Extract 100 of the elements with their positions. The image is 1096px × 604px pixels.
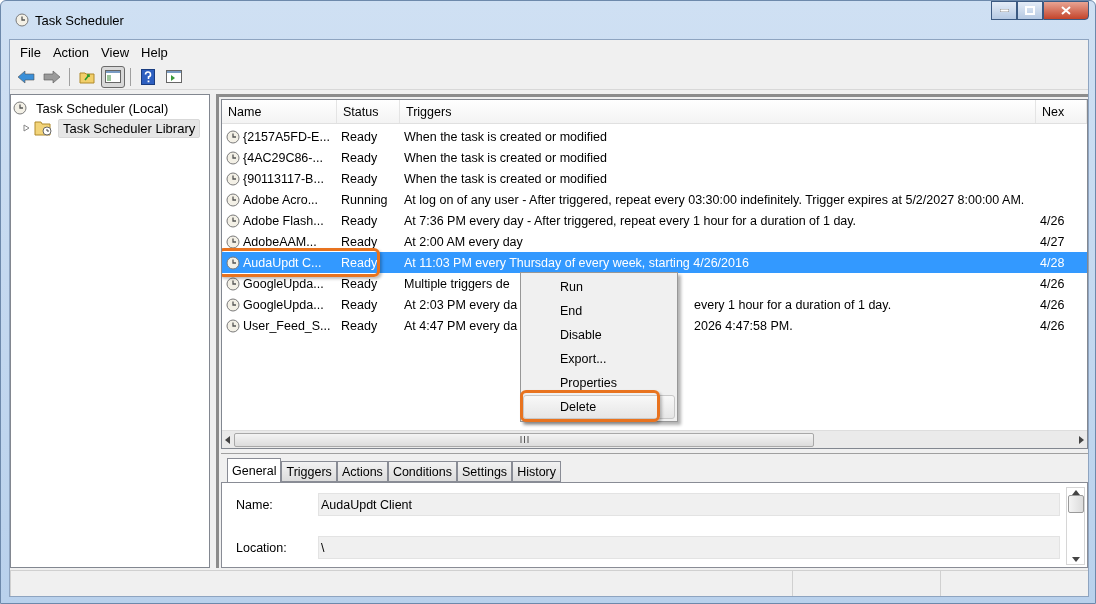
table-cell: 4/26 (1040, 276, 1065, 291)
context-menu-item[interactable]: Properties (523, 371, 675, 395)
expand-icon[interactable] (23, 124, 30, 132)
field-label: Name: (236, 497, 274, 512)
menu-item[interactable]: View (95, 44, 136, 60)
folder-clock-icon (34, 120, 54, 136)
table-cell: Multiple triggers de (404, 276, 510, 291)
table-cell: Ready (341, 150, 378, 165)
scroll-thumb[interactable] (234, 432, 814, 447)
table-cell: GoogleUpda... (243, 276, 324, 291)
menu-item[interactable]: Action (46, 44, 96, 60)
table-cell: 4/27 (1040, 234, 1065, 249)
table-cell: 4/26 (1040, 213, 1065, 228)
table-cell: AudaUpdt C... (243, 255, 322, 270)
table-cell: At 11:03 PM every Thursday of every week, starting 4/26/2016 (404, 255, 749, 270)
down-arrow-icon (1071, 557, 1080, 562)
table-cell: 2026 4:47:58 PM. (694, 318, 793, 333)
clock-icon (226, 213, 240, 228)
clock-icon (226, 129, 240, 144)
column-header[interactable]: Triggers (400, 100, 1036, 123)
table-cell: Ready (341, 255, 378, 270)
clock-icon (13, 101, 27, 115)
vertical-scrollbar[interactable] (1066, 487, 1085, 565)
table-cell: Ready (341, 318, 378, 333)
context-menu-item[interactable]: Disable (523, 323, 675, 347)
read-only-field: \ (318, 536, 1060, 559)
help-icon (141, 68, 155, 85)
table-cell: 4/28 (1040, 255, 1065, 270)
pane-icon (166, 70, 182, 83)
table-cell: {4AC29C86-... (243, 150, 323, 165)
scroll-thumb[interactable] (1067, 495, 1084, 513)
table-cell: Ready (341, 297, 378, 312)
up-arrow-icon (1071, 490, 1080, 495)
table-cell: Ready (341, 129, 378, 144)
table-cell: When the task is created or modified (404, 150, 607, 165)
table-cell: 4/26 (1040, 318, 1065, 333)
clock-icon (15, 13, 29, 27)
minimize-icon (999, 9, 1009, 12)
table-cell: When the task is created or modified (404, 129, 607, 144)
table-cell: {2157A5FD-E... (243, 129, 330, 144)
table-cell: Ready (341, 171, 378, 186)
table-cell: every 1 hour for a duration of 1 day. (694, 297, 892, 312)
close-icon (1061, 6, 1071, 15)
clock-icon (226, 297, 240, 312)
table-cell: {90113117-B... (243, 171, 324, 186)
grip-icon (519, 436, 529, 443)
clock-icon (226, 276, 240, 291)
context-menu-item[interactable]: End (523, 299, 675, 323)
column-header[interactable]: Name (222, 100, 337, 123)
forward-arrow-icon (43, 69, 61, 84)
clock-icon (226, 318, 240, 333)
tree-item[interactable]: Task Scheduler Library (58, 118, 201, 138)
toolbar-button[interactable] (101, 65, 125, 88)
horizontal-scrollbar[interactable] (222, 430, 1087, 448)
tab[interactable]: General (227, 458, 282, 482)
table-cell: At 2:03 PM every da (404, 297, 518, 312)
clock-icon (226, 255, 240, 270)
tab[interactable]: Triggers (281, 461, 337, 482)
maximize-button[interactable] (1017, 1, 1043, 20)
table-cell: Adobe Acro... (243, 192, 319, 207)
table-cell: Running (341, 192, 388, 207)
table-cell: Ready (341, 276, 378, 291)
tab[interactable]: Settings (456, 461, 513, 482)
context-menu-item[interactable]: Run (523, 275, 675, 299)
tab[interactable]: Conditions (387, 461, 457, 482)
table-cell: At log on of any user - After triggered, repeat every 03:30:00 indefinitely. Trigger expires at 5/2/2027 8:00:00 AM. (404, 192, 1025, 207)
window-title: Task Scheduler (35, 12, 124, 28)
table-cell: At 2:00 AM every day (404, 234, 523, 249)
column-header[interactable]: Nex (1036, 100, 1087, 123)
context-menu-item[interactable]: Export... (523, 347, 675, 371)
table-cell: Adobe Flash... (243, 213, 324, 228)
minimize-button[interactable] (991, 1, 1017, 20)
table-cell: Ready (341, 213, 378, 228)
menu-item[interactable]: Help (135, 44, 174, 60)
column-header[interactable]: Status (337, 100, 400, 123)
tree-item[interactable]: Task Scheduler (Local) (31, 98, 174, 118)
back-arrow-icon (17, 69, 35, 84)
table-cell: At 4:47 PM every da (404, 318, 518, 333)
table-cell: AdobeAAM... (243, 234, 317, 249)
table-cell: User_Feed_S... (243, 318, 331, 333)
tab[interactable]: History (512, 461, 562, 482)
context-menu-item[interactable]: Delete (523, 395, 675, 419)
clock-icon (226, 171, 240, 186)
table-cell: Ready (341, 234, 378, 249)
table-cell: When the task is created or modified (404, 171, 607, 186)
table-cell: At 7:36 PM every day - After triggered, repeat every 1 hour for a duration of 1 day. (404, 213, 857, 228)
clock-icon (226, 234, 240, 249)
table-cell: 4/26 (1040, 297, 1065, 312)
tab[interactable]: Actions (336, 461, 388, 482)
clock-icon (226, 192, 240, 207)
pane-icon (105, 70, 121, 83)
right-arrow-icon (1079, 435, 1084, 444)
menu-item[interactable]: File (14, 44, 47, 60)
left-arrow-icon (225, 435, 230, 444)
close-button[interactable] (1043, 1, 1089, 20)
table-cell: GoogleUpda... (243, 297, 324, 312)
read-only-field: AudaUpdt Client (318, 493, 1060, 516)
maximize-icon (1025, 6, 1035, 15)
clock-icon (226, 150, 240, 165)
field-label: Location: (236, 540, 288, 555)
